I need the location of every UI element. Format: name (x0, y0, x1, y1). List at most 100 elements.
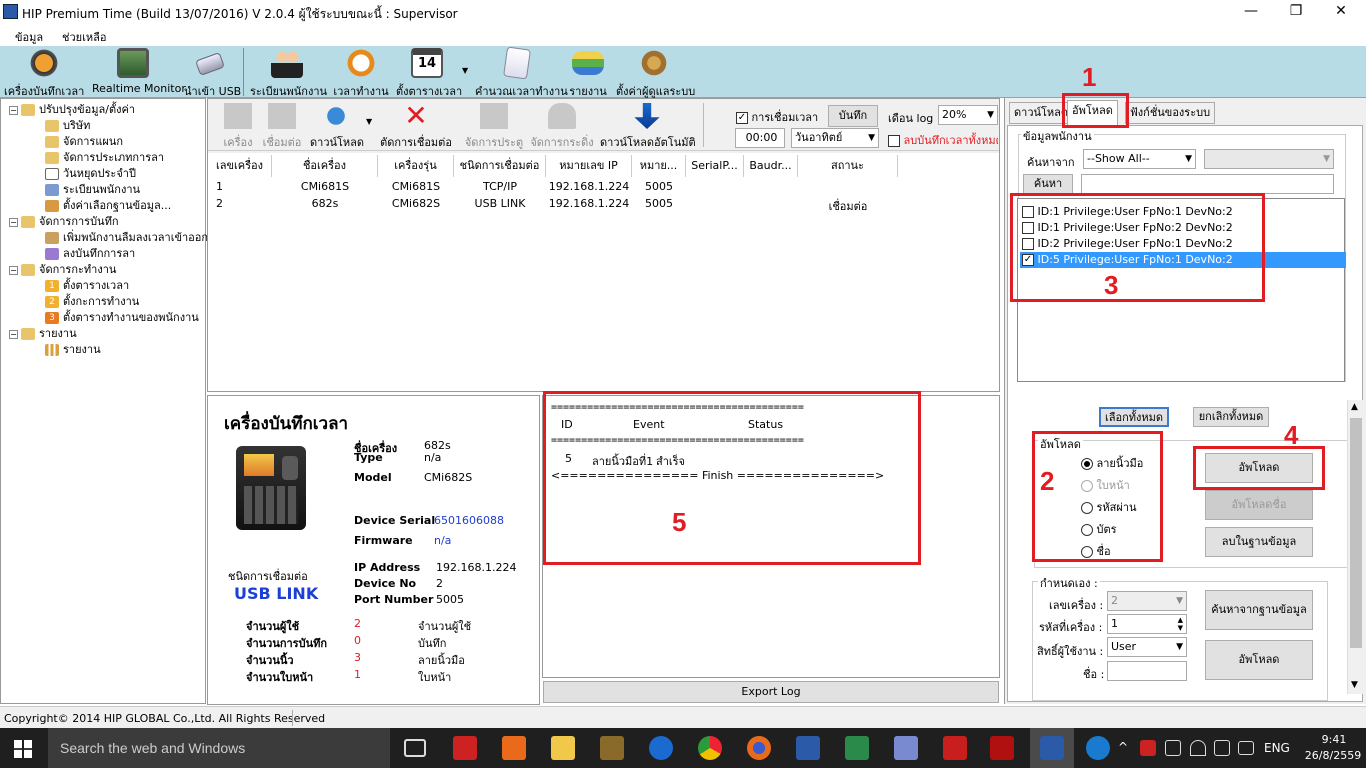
ribbon-work-time-button[interactable]: เวลาทำงาน (333, 48, 389, 100)
tree-item-department[interactable]: จัดการแผนก (45, 134, 123, 150)
file-explorer-icon[interactable] (551, 736, 575, 760)
delete-from-database-button[interactable]: ลบในฐานข้อมูล (1205, 527, 1313, 557)
tree-item-database[interactable]: ตั้งค่าเลือกฐานข้อมูล... (45, 198, 171, 214)
tree-item-shift[interactable]: 2 ตั้งกะการทำงาน (45, 294, 139, 310)
column-header[interactable]: หมาย... (632, 155, 686, 177)
deselect-all-button[interactable]: ยกเลิกทั้งหมด (1193, 407, 1269, 427)
help-icon[interactable] (1086, 736, 1110, 760)
acrobat-icon[interactable] (990, 736, 1014, 760)
save-button[interactable]: บันทึก (828, 105, 878, 127)
tree-item-holidays[interactable]: วันหยุดประจำปี (45, 166, 136, 182)
search-secondary-select[interactable]: ▼ (1204, 149, 1334, 169)
close-button[interactable]: ✕ (1318, 0, 1364, 24)
ribbon-realtime-monitor-button[interactable]: Realtime Monitor (92, 48, 186, 95)
taskbar-search-box[interactable]: Search the web and Windows (48, 728, 390, 768)
time-input[interactable]: 00:00 (735, 128, 785, 148)
log-percent-select[interactable]: 20% ▼ (938, 105, 998, 125)
search-input[interactable] (1081, 174, 1334, 194)
column-header[interactable]: เครื่องรุ่น (378, 155, 454, 177)
scroll-up-icon[interactable]: ▲ (1351, 402, 1358, 412)
taskbar-date[interactable]: 26/8/2559 (1302, 749, 1364, 762)
door-button[interactable]: จัดการประตู (464, 103, 524, 151)
ribbon-time-machine-button[interactable]: เครื่องบันทึกเวลา (4, 48, 84, 100)
scrollbar-thumb[interactable] (1350, 418, 1362, 648)
connect-button[interactable]: เชื่อมต่อ (260, 103, 304, 151)
tray-app-icon[interactable] (1140, 740, 1156, 756)
tree-group-records[interactable]: − จัดการการบันทึก (9, 214, 119, 230)
edge-icon[interactable] (649, 736, 673, 760)
checkbox-checked[interactable]: ✓ (736, 112, 748, 124)
tree-item-leave-type[interactable]: จัดการประเภทการลา (45, 150, 164, 166)
excel-icon[interactable] (845, 736, 869, 760)
upload-name-button[interactable]: อัพโหลดชื่อ (1205, 490, 1313, 520)
delete-all-logs-checkbox[interactable]: ลบบันทึกเวลาทั้งหมด (888, 131, 998, 149)
column-header[interactable]: Baudr... (744, 155, 798, 177)
ribbon-report-button[interactable]: รายงาน (568, 48, 608, 100)
language-indicator[interactable]: ENG (1264, 741, 1290, 755)
select-all-button[interactable]: เลือกทั้งหมด (1099, 407, 1169, 427)
machine-code-stepper[interactable]: 1 ▲ ▼ (1107, 614, 1187, 634)
outlook-icon[interactable] (502, 736, 526, 760)
firefox-icon[interactable] (747, 736, 771, 760)
download-button[interactable]: ดาวน์โหลด (310, 103, 364, 151)
show-hidden-icons-chevron-icon[interactable]: ^ (1118, 740, 1128, 754)
upload-button-custom[interactable]: อัพโหลด (1205, 640, 1313, 680)
tree-item-leave-record[interactable]: ลงบันทึกการลา (45, 246, 135, 262)
action-center-icon[interactable] (1238, 741, 1254, 755)
export-log-button[interactable]: Export Log (543, 681, 999, 703)
privilege-select[interactable]: User ▼ (1107, 637, 1187, 657)
bell-button[interactable]: จัดการกระดิ่ง (530, 103, 594, 151)
minimize-button[interactable]: — (1228, 0, 1274, 24)
tree-group-shifts[interactable]: − จัดการกะทำงาน (9, 262, 116, 278)
collapse-icon[interactable]: − (9, 329, 18, 339)
column-header[interactable]: เลขเครื่อง (208, 155, 272, 177)
scroll-down-icon[interactable]: ▼ (1351, 680, 1358, 690)
autocad-icon[interactable] (943, 736, 967, 760)
connect-time-checkbox[interactable]: ✓ การเชื่อมเวลา (736, 108, 818, 126)
tree-item-timetable[interactable]: 1 ตั้งตารางเวลา (45, 278, 129, 294)
auto-download-button[interactable]: ดาวน์โหลดอัตโนมัติ (600, 103, 696, 151)
volume-icon[interactable] (1214, 740, 1230, 756)
tree-item-forgot-clock[interactable]: เพิ่มพนักงานลืมลงเวลาเข้าออก (45, 230, 208, 246)
menu-data[interactable]: ข้อมูล (15, 28, 43, 46)
windows-start-icon[interactable] (14, 740, 32, 758)
tree-item-company[interactable]: บริษัท (45, 118, 90, 134)
mv-app-icon[interactable] (600, 736, 624, 760)
restore-button[interactable]: ❐ (1273, 0, 1319, 24)
machine-no-select[interactable]: 2 ▼ (1107, 591, 1187, 611)
collapse-icon[interactable]: − (9, 265, 18, 275)
collapse-icon[interactable]: − (9, 217, 18, 227)
tree-group-reports[interactable]: − รายงาน (9, 326, 77, 342)
checkbox-unchecked[interactable] (888, 135, 900, 147)
column-header[interactable]: สถานะ (798, 155, 898, 177)
collapse-icon[interactable]: − (9, 105, 18, 115)
column-header[interactable]: SerialP... (686, 155, 744, 177)
paint-icon[interactable] (894, 736, 918, 760)
network-icon[interactable] (1165, 740, 1181, 756)
wifi-icon[interactable] (1190, 740, 1206, 756)
scrollbar[interactable]: ▲ ▼ (1347, 400, 1363, 694)
find-from-database-button[interactable]: ค้นหาจากฐานข้อมูล (1205, 590, 1313, 630)
search-button[interactable]: ค้นหา (1023, 174, 1073, 194)
stepper-arrows-icon[interactable]: ▲ ▼ (1178, 616, 1183, 632)
ribbon-import-usb-button[interactable]: นำเข้า USB (184, 48, 241, 100)
ribbon-employees-button[interactable]: ระเบียนพนักงาน (250, 48, 327, 100)
taskbar-clock[interactable]: 9:41 (1306, 733, 1362, 746)
ribbon-calculate-button[interactable]: คำนวณเวลาทำงาน (475, 46, 568, 100)
name-input[interactable] (1107, 661, 1187, 681)
tree-item-report[interactable]: รายงาน (45, 342, 101, 358)
column-header[interactable]: ชื่อเครื่อง (272, 155, 378, 177)
download-dropdown-arrow-icon[interactable]: ▼ (366, 117, 372, 126)
ribbon-admin-settings-button[interactable]: ตั้งค่าผู้ดูแลระบบ (616, 48, 695, 100)
column-header[interactable]: ชนิดการเชื่อมต่อ (454, 155, 546, 177)
weekday-select[interactable]: วันอาทิตย์ ▼ (791, 128, 879, 148)
hip-app-active-tab[interactable] (1030, 728, 1074, 768)
task-view-icon[interactable] (404, 739, 426, 757)
filezilla-icon[interactable] (453, 736, 477, 760)
menu-help[interactable]: ช่วยเหลือ (62, 28, 106, 46)
tree-item-employee-schedule[interactable]: 3 ตั้งตารางทำงานของพนักงาน (45, 310, 199, 326)
ribbon-schedule-button[interactable]: 14 ตั้งตารางเวลา (396, 48, 462, 100)
disconnect-button[interactable]: ✕ ตัดการเชื่อมต่อ (380, 102, 452, 151)
tree-group-settings[interactable]: − ปรับปรุงข้อมูล/ตั้งค่า (9, 102, 135, 118)
column-header[interactable]: หมายเลข IP (546, 155, 632, 177)
